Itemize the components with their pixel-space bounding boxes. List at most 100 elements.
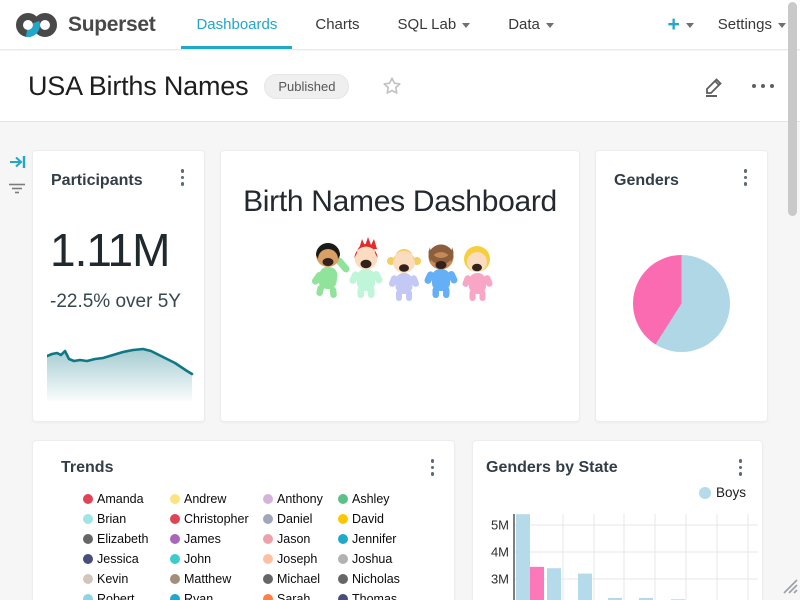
settings-menu[interactable]: Settings [718,16,786,33]
legend-label: David [352,512,384,526]
legend-label: Jessica [97,552,139,566]
legend-item[interactable]: Andrew [170,489,263,509]
legend-label: Christopher [184,512,249,526]
legend-dot [338,514,348,524]
y-axis-tick: 4M [491,545,509,560]
legend-item[interactable]: John [170,549,263,569]
legend-label: Boys [716,485,746,500]
legend-dot [83,494,93,504]
more-options-icon[interactable] [752,84,774,88]
legend-item[interactable]: Daniel [263,509,338,529]
legend-item[interactable]: Amanda [83,489,170,509]
legend-dot [170,554,180,564]
genders-by-state-bar-chart: 5M4M3M [481,501,758,600]
expand-filter-bar-icon[interactable] [9,154,27,175]
participants-chart-card: Participants 1.11M -22.5% over 5Y [32,150,205,422]
superset-logo[interactable]: Superset [0,0,155,49]
legend-label: Daniel [277,512,312,526]
legend-label: Nicholas [352,572,400,586]
legend-dot [263,574,273,584]
chart-kebab-menu-icon[interactable] [737,457,745,478]
legend-label: Thomas [352,592,397,600]
legend-dot [338,494,348,504]
vertical-scrollbar[interactable] [788,2,797,216]
legend-item[interactable]: Nicholas [338,569,428,589]
legend-label: John [184,552,211,566]
legend-dot [263,494,273,504]
legend-item[interactable]: Kevin [83,569,170,589]
big-number-subheader: -22.5% over 5Y [50,291,181,313]
legend-item[interactable]: Anthony [263,489,338,509]
legend-item[interactable]: Robert [83,589,170,600]
bar-boys [578,574,592,600]
legend-item[interactable]: Jessica [83,549,170,569]
legend-label: Jennifer [352,532,396,546]
children-illustration [311,237,496,307]
plus-icon: + [668,14,680,35]
legend-label: Anthony [277,492,323,506]
legend-item[interactable]: Matthew [170,569,263,589]
legend-item[interactable]: Sarah [263,589,338,600]
legend-dot [83,594,93,600]
bar-boys [516,514,530,600]
chevron-down-icon [462,23,470,28]
legend-item[interactable]: Thomas [338,589,428,600]
legend-dot [338,574,348,584]
legend-dot [170,494,180,504]
new-item-button[interactable]: + [668,14,694,35]
legend-item[interactable]: Jason [263,529,338,549]
bar-chart-legend[interactable]: Boys [699,485,746,500]
edit-dashboard-icon[interactable] [702,74,726,98]
legend-dot [263,514,273,524]
legend-item[interactable]: Ashley [338,489,428,509]
top-navbar: Superset Dashboards Charts SQL Lab Data … [0,0,800,50]
legend-label: Ryan [184,592,213,600]
filter-list-icon[interactable] [8,182,26,201]
genders-chart-card: Genders [595,150,768,422]
legend-item[interactable]: Joshua [338,549,428,569]
chart-kebab-menu-icon[interactable] [742,167,750,188]
nav-item-dashboards[interactable]: Dashboards [181,0,292,49]
filter-bar-collapsed [0,122,31,600]
legend-label: Joseph [277,552,317,566]
markdown-heading: Birth Names Dashboard [221,185,579,219]
legend-dot [83,574,93,584]
chart-kebab-menu-icon[interactable] [179,167,187,188]
favorite-star-icon[interactable] [381,75,403,97]
legend-item[interactable]: Jennifer [338,529,428,549]
legend-item[interactable]: Christopher [170,509,263,529]
y-axis-tick: 3M [491,572,509,587]
legend-label: Ashley [352,492,390,506]
legend-item[interactable]: Michael [263,569,338,589]
chart-title: Genders by State [486,459,618,477]
superset-infinity-icon [14,10,60,40]
legend-dot [83,514,93,524]
chevron-down-icon [778,23,786,28]
resize-handle-icon[interactable] [779,575,798,599]
legend-dot [170,534,180,544]
legend-item[interactable]: Brian [83,509,170,529]
legend-item[interactable]: Joseph [263,549,338,569]
header-actions [702,74,774,98]
legend-label: Andrew [184,492,226,506]
big-number-value: 1.11M [50,227,169,273]
nav-item-charts[interactable]: Charts [300,0,374,49]
legend-dot [83,554,93,564]
legend-dot [170,574,180,584]
nav-item-data[interactable]: Data [493,0,569,49]
legend-dot [263,554,273,564]
published-badge[interactable]: Published [264,74,349,99]
legend-item[interactable]: David [338,509,428,529]
legend-dot [263,594,273,600]
genders-by-state-chart-card: Genders by State Boys 5M4M3M [472,440,763,600]
legend-item[interactable]: Elizabeth [83,529,170,549]
legend-dot [338,554,348,564]
legend-item[interactable]: Ryan [170,589,263,600]
chart-kebab-menu-icon[interactable] [429,457,437,478]
bar-girls [530,567,544,600]
legend-dot [170,514,180,524]
legend-item[interactable]: James [170,529,263,549]
nav-item-sql-lab[interactable]: SQL Lab [383,0,486,49]
genders-pie-chart [633,255,730,352]
chart-title: Genders [614,172,679,190]
